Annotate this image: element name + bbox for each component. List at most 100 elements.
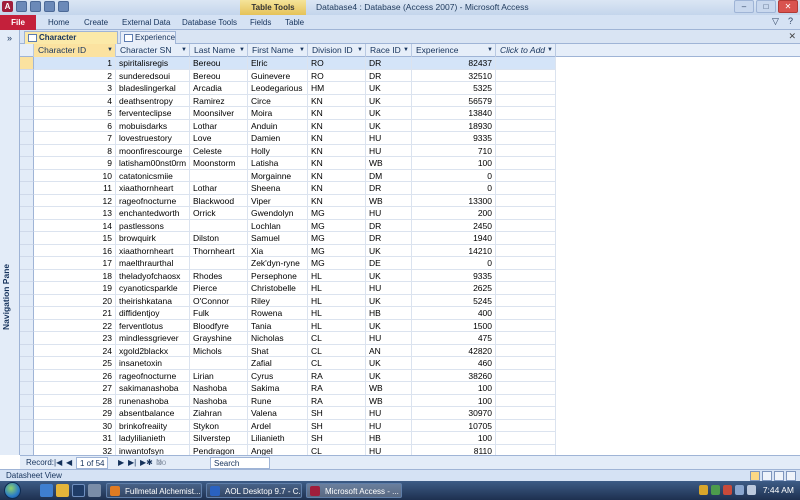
cell-character-sn[interactable]: brinkofreaiity — [116, 419, 190, 432]
cell-race-id[interactable]: DR — [366, 232, 412, 245]
cell-division-id[interactable]: KN — [308, 107, 366, 120]
cell-first-name[interactable]: Tania — [248, 319, 308, 332]
cell-click-to-add[interactable] — [496, 394, 556, 407]
help-icon[interactable]: ? — [785, 16, 796, 27]
navigation-pane[interactable]: » Navigation Pane — [0, 30, 20, 455]
cell-race-id[interactable]: UK — [366, 369, 412, 382]
cell-division-id[interactable]: HL — [308, 269, 366, 282]
cell-race-id[interactable]: HU — [366, 407, 412, 420]
sort-filter-dropdown-icon[interactable]: ▼ — [403, 44, 409, 57]
cell-last-name[interactable]: Pendragon — [190, 444, 248, 455]
cell-character-id[interactable]: 22 — [34, 319, 116, 332]
cell-experience[interactable]: 10705 — [412, 419, 496, 432]
cell-race-id[interactable]: DR — [366, 57, 412, 70]
cell-character-id[interactable]: 14 — [34, 219, 116, 232]
cell-experience[interactable]: 8110 — [412, 444, 496, 455]
cell-click-to-add[interactable] — [496, 344, 556, 357]
cell-character-sn[interactable]: insanetoxin — [116, 357, 190, 370]
cell-division-id[interactable]: HL — [308, 294, 366, 307]
sort-filter-dropdown-icon[interactable]: ▼ — [239, 44, 245, 57]
cell-experience[interactable]: 30970 — [412, 407, 496, 420]
cell-character-sn[interactable]: absentbalance — [116, 407, 190, 420]
cell-first-name[interactable]: Samuel — [248, 232, 308, 245]
cell-race-id[interactable]: HU — [366, 419, 412, 432]
cell-division-id[interactable]: SH — [308, 419, 366, 432]
cell-click-to-add[interactable] — [496, 132, 556, 145]
cell-character-id[interactable]: 32 — [34, 444, 116, 455]
cell-race-id[interactable]: WB — [366, 382, 412, 395]
cell-experience[interactable]: 100 — [412, 382, 496, 395]
cell-experience[interactable]: 100 — [412, 157, 496, 170]
cell-character-id[interactable]: 30 — [34, 419, 116, 432]
navigation-pane-shutter-icon[interactable]: » — [3, 33, 16, 44]
pivotchart-view-icon[interactable] — [774, 471, 784, 481]
cell-last-name[interactable]: Bereou — [190, 57, 248, 70]
collapse-ribbon-icon[interactable]: ▽ — [770, 16, 781, 27]
cell-character-sn[interactable]: ferventeclipse — [116, 107, 190, 120]
cell-character-sn[interactable]: ladylilianieth — [116, 432, 190, 445]
cell-character-id[interactable]: 15 — [34, 232, 116, 245]
cell-click-to-add[interactable] — [496, 219, 556, 232]
cell-character-sn[interactable]: xiaathornheart — [116, 244, 190, 257]
record-selector[interactable] — [20, 269, 34, 282]
record-selector[interactable] — [20, 94, 34, 107]
cell-race-id[interactable]: UK — [366, 94, 412, 107]
table-row[interactable]: 14 pastlessons Lochlan MG DR 2450 — [20, 219, 800, 232]
cell-race-id[interactable]: DM — [366, 169, 412, 182]
cell-first-name[interactable]: Xia — [248, 244, 308, 257]
cell-click-to-add[interactable] — [496, 444, 556, 455]
record-selector[interactable] — [20, 132, 34, 145]
cell-race-id[interactable]: UK — [366, 269, 412, 282]
cell-first-name[interactable]: Morgainne — [248, 169, 308, 182]
cell-experience[interactable]: 42820 — [412, 344, 496, 357]
table-row[interactable]: 6 mobuisdarks Lothar Anduin KN UK 18930 — [20, 119, 800, 132]
cell-click-to-add[interactable] — [496, 432, 556, 445]
cell-character-id[interactable]: 2 — [34, 69, 116, 82]
undo-icon[interactable] — [30, 1, 41, 12]
cell-character-id[interactable]: 24 — [34, 344, 116, 357]
cell-last-name[interactable] — [190, 257, 248, 270]
cell-last-name[interactable]: Bereou — [190, 69, 248, 82]
cell-click-to-add[interactable] — [496, 307, 556, 320]
cell-race-id[interactable]: UK — [366, 82, 412, 95]
cell-division-id[interactable]: HL — [308, 319, 366, 332]
cell-experience[interactable]: 1940 — [412, 232, 496, 245]
cell-character-id[interactable]: 16 — [34, 244, 116, 257]
record-selector[interactable] — [20, 144, 34, 157]
record-selector[interactable] — [20, 207, 34, 220]
media-player-icon[interactable] — [72, 484, 85, 497]
cell-division-id[interactable]: CL — [308, 332, 366, 345]
cell-race-id[interactable]: HU — [366, 144, 412, 157]
cell-first-name[interactable]: Latisha — [248, 157, 308, 170]
cell-character-id[interactable]: 28 — [34, 394, 116, 407]
cell-race-id[interactable]: DR — [366, 69, 412, 82]
explorer-folder-icon[interactable] — [56, 484, 69, 497]
table-row[interactable]: 30 brinkofreaiity Stykon Ardel SH HU 10705 — [20, 419, 800, 432]
cell-division-id[interactable]: RA — [308, 369, 366, 382]
cell-first-name[interactable]: Damien — [248, 132, 308, 145]
maximize-button[interactable]: □ — [756, 0, 776, 13]
taskbar-item-fullmetal[interactable]: Fullmetal Alchemist... — [106, 483, 202, 498]
cell-first-name[interactable]: Zek'dyn-ryne — [248, 257, 308, 270]
cell-experience[interactable]: 100 — [412, 432, 496, 445]
table-row[interactable]: 11 xiaathornheart Lothar Sheena KN DR 0 — [20, 182, 800, 195]
new-record-button[interactable]: ▶✱ — [140, 456, 153, 470]
column-header-division-id[interactable]: Division ID ▼ — [308, 44, 366, 57]
cell-character-sn[interactable]: sakimanashoba — [116, 382, 190, 395]
cell-character-sn[interactable]: cyanoticsparkle — [116, 282, 190, 295]
record-selector[interactable] — [20, 232, 34, 245]
cell-character-id[interactable]: 4 — [34, 94, 116, 107]
cell-experience[interactable]: 710 — [412, 144, 496, 157]
cell-first-name[interactable]: Riley — [248, 294, 308, 307]
record-selector[interactable] — [20, 407, 34, 420]
cell-race-id[interactable]: AN — [366, 344, 412, 357]
tab-fields[interactable]: Fields — [250, 15, 271, 30]
redo-icon[interactable] — [44, 1, 55, 12]
record-selector[interactable] — [20, 294, 34, 307]
cell-race-id[interactable]: UK — [366, 294, 412, 307]
cell-last-name[interactable]: Rhodes — [190, 269, 248, 282]
cell-experience[interactable]: 9335 — [412, 132, 496, 145]
cell-race-id[interactable]: WB — [366, 394, 412, 407]
cell-last-name[interactable] — [190, 169, 248, 182]
record-selector[interactable] — [20, 282, 34, 295]
